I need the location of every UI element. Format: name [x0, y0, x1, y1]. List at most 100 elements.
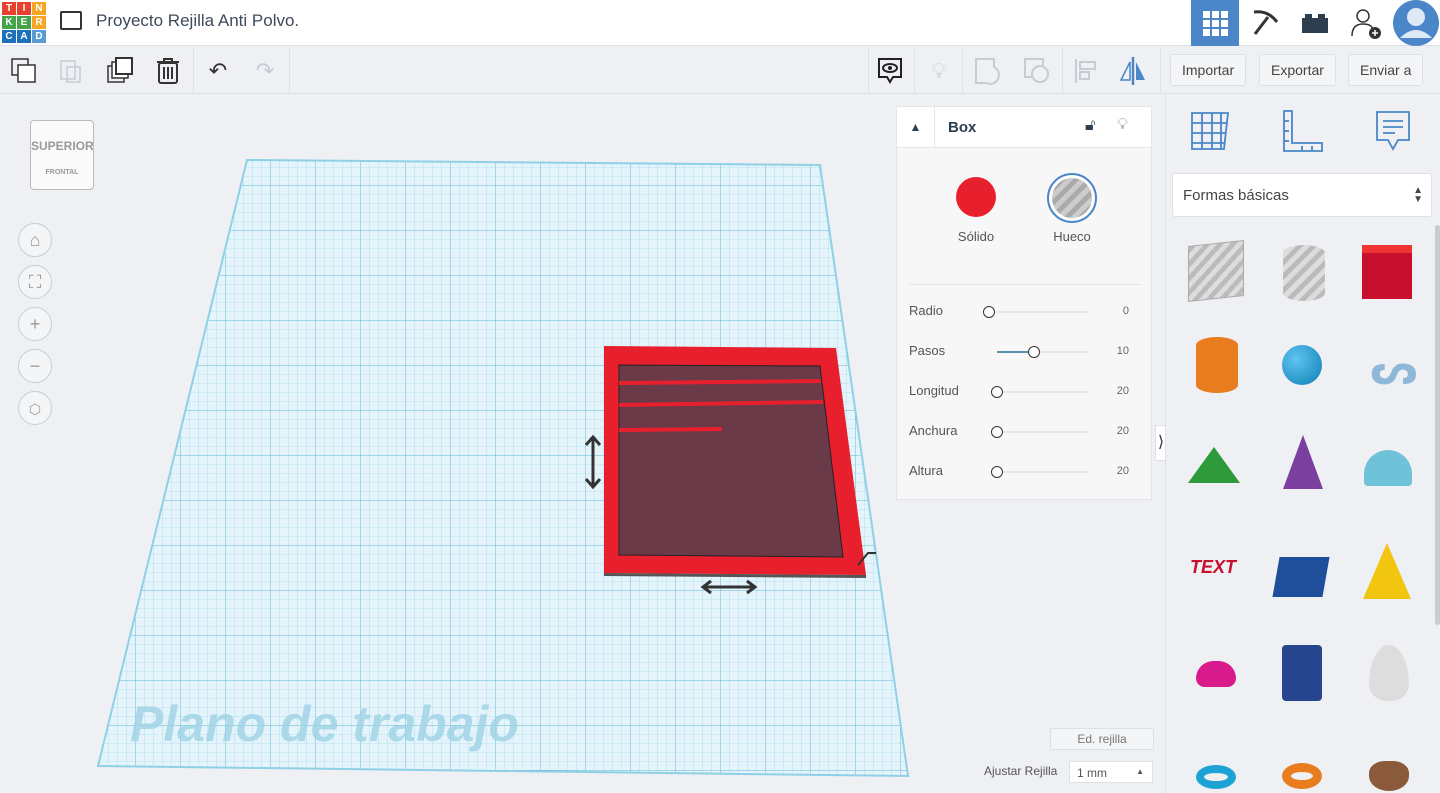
collapse-inspector-button[interactable]: ▲ — [897, 107, 935, 148]
param-value[interactable]: 10 — [1117, 345, 1129, 357]
slider-knob[interactable] — [991, 426, 1003, 438]
shape-name[interactable]: Box — [948, 119, 976, 136]
param-value[interactable]: 0 — [1123, 305, 1129, 317]
trash-icon — [157, 58, 179, 84]
lock-button[interactable]: 🔓︎ — [1085, 117, 1095, 135]
note-icon — [1376, 111, 1410, 151]
shape-cylinder-hole[interactable] — [1283, 245, 1325, 301]
design-list-icon[interactable] — [60, 11, 82, 30]
param-label: Altura — [909, 463, 943, 478]
visibility-button[interactable]: 💡︎ — [1117, 116, 1128, 134]
export-button[interactable]: Exportar — [1259, 54, 1336, 86]
shape-cylinder[interactable] — [1196, 337, 1238, 393]
perspective-button[interactable]: ⬡ — [18, 391, 52, 425]
solid-color-button[interactable] — [956, 177, 996, 217]
workplane-view-button[interactable] — [1188, 109, 1232, 158]
view-cube[interactable]: SUPERIOR FRONTAL — [30, 120, 94, 190]
duplicate-button[interactable] — [104, 55, 136, 87]
shape-box[interactable] — [1362, 245, 1412, 299]
param-value[interactable]: 20 — [1117, 465, 1129, 477]
zoom-in-button[interactable]: + — [18, 307, 52, 341]
shape-sphere[interactable] — [1282, 345, 1322, 385]
notes-button[interactable] — [1374, 109, 1414, 158]
logo-letter: I — [17, 2, 31, 15]
shape-roof[interactable] — [1188, 447, 1240, 483]
shape-scribble[interactable]: ᔕ — [1370, 345, 1418, 393]
param-longitud: Longitud 20 — [909, 383, 1139, 403]
shape-tube[interactable] — [1282, 763, 1322, 789]
solid-label: Sólido — [957, 229, 995, 244]
align-icon — [1075, 59, 1096, 83]
3d-design-view-button[interactable] — [1191, 0, 1239, 46]
param-label: Pasos — [909, 343, 946, 358]
plus-icon: + — [29, 314, 41, 334]
cube-icon: ⬡ — [28, 401, 42, 417]
snap-grid-value: 1 mm — [1077, 766, 1107, 780]
shape-category-select[interactable]: Formas básicas ▲ ▼ — [1172, 173, 1432, 217]
param-slider[interactable] — [997, 351, 1089, 353]
select-arrows-icon: ▲ ▼ — [1413, 185, 1423, 205]
user-avatar[interactable] — [1392, 0, 1440, 46]
param-slider[interactable] — [997, 311, 1089, 313]
snap-grid-select[interactable]: 1 mm ▲ — [1069, 761, 1153, 783]
shape-torus[interactable] — [1196, 765, 1236, 789]
align-button[interactable] — [1070, 55, 1102, 87]
slider-knob[interactable] — [983, 306, 995, 318]
logo-letter: R — [32, 16, 46, 29]
zoom-out-button[interactable]: − — [18, 349, 52, 383]
redo-button[interactable]: ↷ — [249, 55, 281, 87]
shape-polygon[interactable] — [1282, 645, 1322, 701]
invite-user-button[interactable] — [1341, 0, 1389, 46]
shape-heart[interactable] — [1369, 761, 1409, 791]
slider-knob[interactable] — [991, 386, 1003, 398]
snap-grid-label: Ajustar Rejilla — [984, 764, 1058, 778]
minecraft-pickaxe-button[interactable] — [1241, 0, 1289, 46]
light-button[interactable]: 💡︎ — [923, 55, 955, 87]
ruler-button[interactable] — [1280, 109, 1324, 158]
fit-view-button[interactable]: ⛶ — [18, 265, 52, 299]
home-view-button[interactable]: ⌂ — [18, 223, 52, 257]
logo-letter: E — [17, 16, 31, 29]
paste-icon — [60, 60, 81, 83]
category-value: Formas básicas — [1183, 187, 1289, 204]
delete-button[interactable] — [152, 55, 184, 87]
shape-text[interactable]: TEXT — [1190, 557, 1244, 581]
slider-knob[interactable] — [991, 466, 1003, 478]
shape-round-roof[interactable] — [1364, 450, 1412, 486]
slider-knob[interactable] — [1027, 346, 1040, 358]
edit-grid-button[interactable]: Ed. rejilla — [1050, 728, 1154, 750]
view-cube-top[interactable]: SUPERIOR — [31, 139, 94, 153]
group-button[interactable] — [972, 55, 1004, 87]
undo-button[interactable]: ↶ — [202, 55, 234, 87]
import-button[interactable]: Importar — [1170, 54, 1247, 86]
copy-button[interactable] — [8, 55, 40, 87]
mirror-icon — [1119, 57, 1145, 85]
param-slider[interactable] — [997, 471, 1089, 473]
view-cube-front[interactable]: FRONTAL — [31, 169, 93, 176]
hole-button[interactable] — [1047, 173, 1097, 223]
shape-cone[interactable] — [1283, 435, 1323, 489]
param-slider[interactable] — [997, 431, 1089, 433]
shape-wedge[interactable] — [1272, 557, 1330, 597]
shape-paraboloid[interactable] — [1369, 645, 1409, 701]
shape-box-hole[interactable] — [1188, 240, 1244, 302]
library-scrollbar[interactable] — [1435, 225, 1440, 625]
redo-icon: ↷ — [255, 58, 275, 83]
project-title[interactable]: Proyecto Rejilla Anti Polvo. — [96, 11, 299, 31]
tinkercad-logo[interactable]: TIN KER CAD — [2, 2, 46, 43]
hole-label: Hueco — [1053, 229, 1091, 244]
ungroup-button[interactable] — [1021, 55, 1053, 87]
shape-pyramid[interactable] — [1363, 543, 1411, 599]
mirror-button[interactable] — [1117, 55, 1149, 87]
bricks-button[interactable] — [1291, 0, 1339, 46]
send-to-button[interactable]: Enviar a — [1348, 54, 1424, 86]
lightbulb-icon: 💡︎ — [931, 58, 947, 83]
param-value[interactable]: 20 — [1117, 425, 1129, 437]
shape-half-sphere[interactable] — [1196, 661, 1236, 687]
param-slider[interactable] — [997, 391, 1089, 393]
param-pasos: Pasos 10 — [909, 343, 1139, 363]
param-value[interactable]: 20 — [1117, 385, 1129, 397]
notes-button[interactable] — [874, 55, 906, 87]
paste-button[interactable] — [55, 55, 87, 87]
chevron-right-icon: ⟩ — [1157, 434, 1165, 451]
